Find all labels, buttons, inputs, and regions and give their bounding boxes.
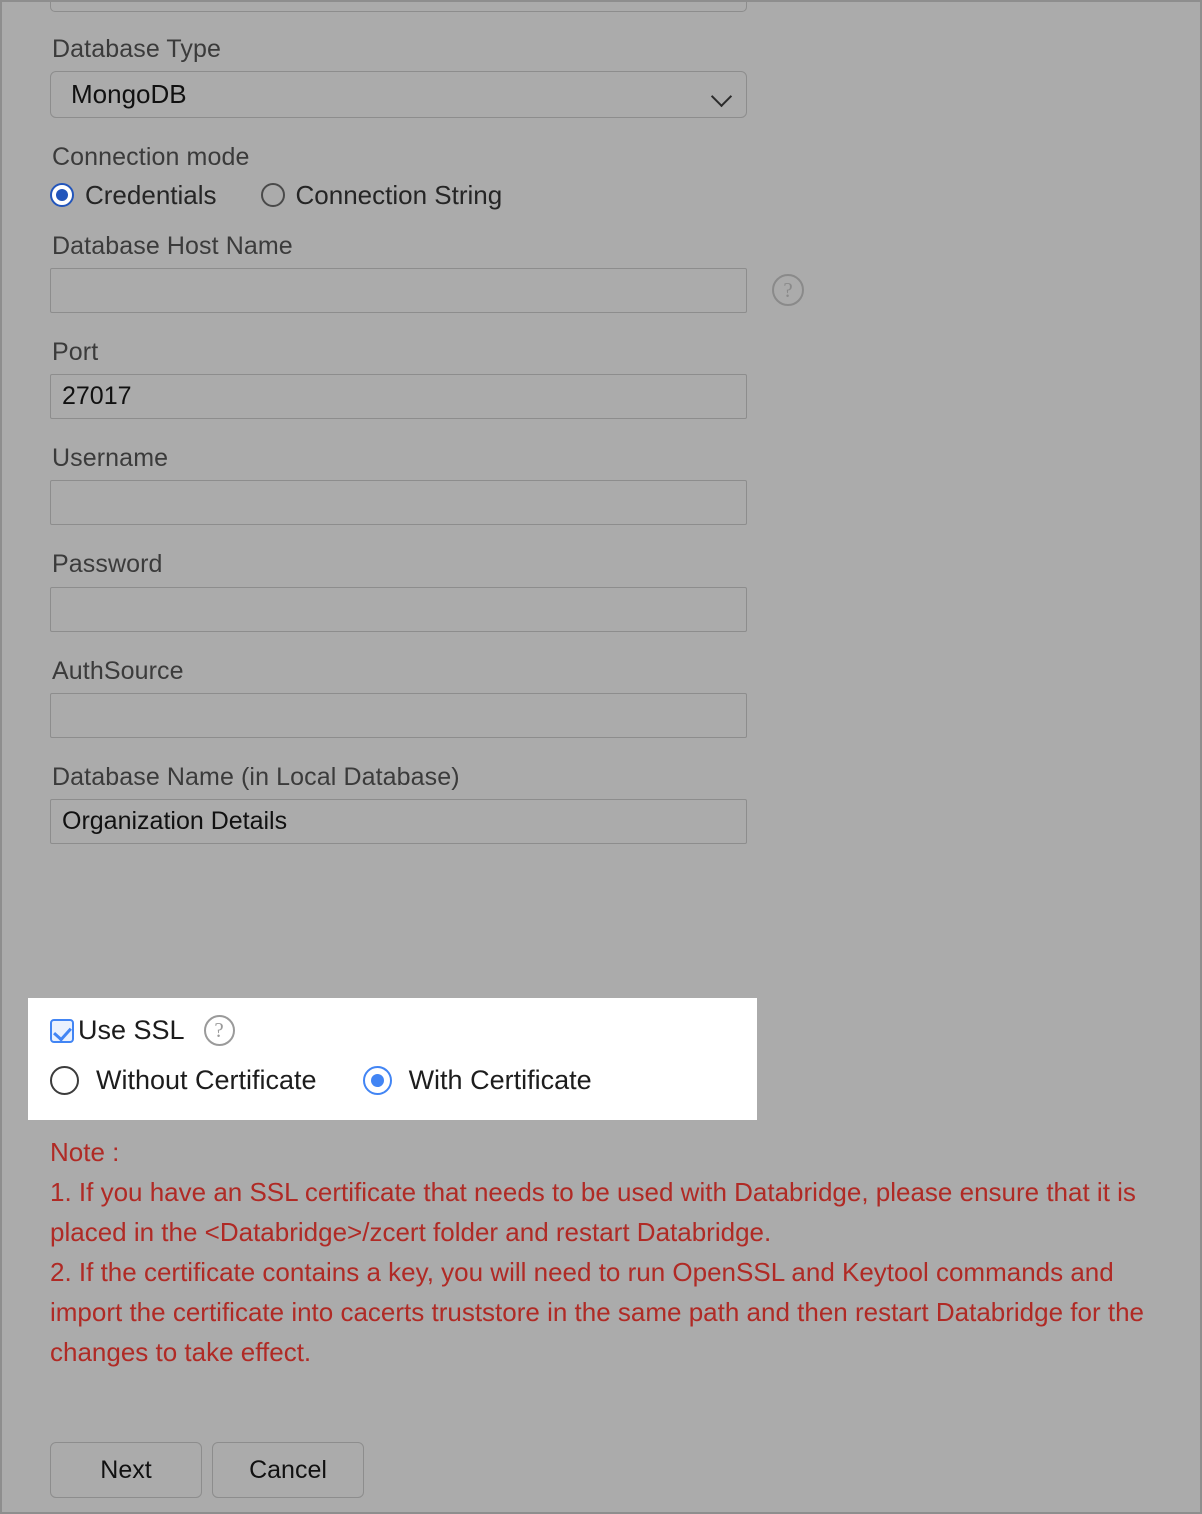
help-icon[interactable]: ?: [772, 274, 804, 307]
password-label: Password: [52, 550, 163, 579]
radio-option-with-certificate[interactable]: With Certificate: [362, 1065, 592, 1096]
field-group-username: Username: [50, 444, 1160, 526]
radio-option-without-certificate[interactable]: Without Certificate: [50, 1065, 317, 1096]
field-group-database-host-name: Database Host Name ?: [50, 231, 1160, 313]
chevron-down-icon: [712, 89, 732, 101]
database-type-select[interactable]: MongoDB: [50, 71, 747, 119]
radio-with-certificate-icon[interactable]: [362, 1066, 392, 1095]
use-ssl-label: Use SSL: [78, 1015, 185, 1045]
radio-with-certificate-label: With Certificate: [408, 1065, 592, 1095]
next-button[interactable]: Next: [50, 1442, 202, 1498]
radio-without-certificate-label: Without Certificate: [96, 1065, 317, 1095]
authsource-label: AuthSource: [52, 656, 184, 685]
use-ssl-checkbox[interactable]: [50, 1018, 74, 1043]
port-label: Port: [52, 337, 99, 366]
use-ssl-row[interactable]: Use SSL ?: [50, 1015, 757, 1046]
connection-mode-label: Connection mode: [52, 143, 250, 172]
radio-without-certificate-icon[interactable]: [50, 1066, 79, 1095]
radio-connection-string-icon[interactable]: [260, 183, 285, 207]
database-type-value: MongoDB: [71, 79, 187, 110]
previous-field-cutoff[interactable]: [50, 2, 747, 12]
database-host-name-input[interactable]: [50, 267, 747, 313]
field-group-authsource: AuthSource: [50, 656, 1160, 738]
username-input[interactable]: [50, 480, 747, 526]
port-input[interactable]: 27017: [50, 374, 747, 419]
field-group-database-name: Database Name (in Local Database) Organi…: [50, 762, 1160, 844]
database-host-name-row: ?: [50, 267, 1160, 313]
database-config-form: Database Type MongoDB Connection mode Cr…: [50, 36, 1160, 870]
field-group-connection-mode: Connection mode Credentials Connection S…: [50, 144, 1160, 210]
database-config-dialog: Database Type MongoDB Connection mode Cr…: [0, 0, 1202, 1514]
note-item-1: 1. If you have an SSL certificate that n…: [50, 1177, 1136, 1247]
username-label: Username: [52, 444, 169, 472]
database-name-label: Database Name (in Local Database): [52, 762, 460, 791]
database-host-name-label: Database Host Name: [52, 231, 293, 260]
note-item-2: 2. If the certificate contains a key, yo…: [50, 1257, 1144, 1367]
radio-credentials-icon[interactable]: [50, 183, 74, 207]
database-type-label: Database Type: [52, 35, 222, 63]
field-group-password: Password: [50, 550, 1160, 632]
database-name-input[interactable]: Organization Details: [50, 799, 747, 844]
radio-option-connection-string[interactable]: Connection String: [260, 179, 503, 211]
field-group-port: Port 27017: [50, 337, 1160, 419]
field-group-database-type: Database Type MongoDB: [50, 35, 1160, 119]
dialog-actions: Next Cancel: [50, 1442, 364, 1498]
ssl-note: Note : 1. If you have an SSL certificate…: [50, 1132, 1180, 1372]
authsource-input[interactable]: [50, 692, 747, 738]
radio-credentials-label: Credentials: [85, 179, 217, 210]
cancel-button[interactable]: Cancel: [212, 1442, 364, 1498]
password-input[interactable]: [50, 586, 747, 632]
help-icon[interactable]: ?: [203, 1015, 235, 1046]
connection-mode-radio-group: Credentials Connection String: [50, 180, 1160, 211]
note-heading: Note :: [50, 1137, 120, 1167]
certificate-radio-group: Without Certificate With Certificate: [50, 1065, 757, 1096]
radio-option-credentials[interactable]: Credentials: [50, 180, 217, 211]
radio-connection-string-label: Connection String: [295, 179, 503, 210]
ssl-options-panel: Use SSL ? Without Certificate With Certi…: [28, 998, 757, 1120]
